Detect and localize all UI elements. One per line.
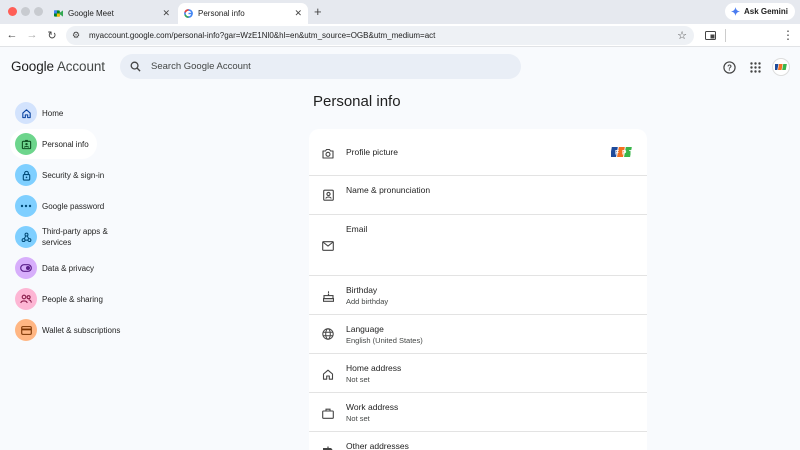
globe-icon bbox=[321, 327, 335, 341]
svg-text:P: P bbox=[622, 150, 627, 157]
home-icon bbox=[15, 102, 37, 124]
google-g-icon bbox=[184, 9, 193, 18]
row-work-address[interactable]: Work address Not set bbox=[309, 393, 647, 432]
fpt-logo-icon: FPT bbox=[611, 147, 633, 157]
sidebar-item-personal-info[interactable]: Personal info bbox=[10, 129, 97, 159]
sidebar-item-label: Personal info bbox=[42, 139, 89, 149]
row-email[interactable]: Email bbox=[309, 215, 647, 276]
row-label: Home address bbox=[346, 363, 402, 373]
tab-title: Personal info bbox=[198, 9, 245, 18]
briefcase-icon bbox=[321, 406, 335, 420]
svg-text:?: ? bbox=[727, 63, 732, 72]
browser-tab-bar: Google Meet ✕ Personal info ✕ + Ask Gemi… bbox=[0, 0, 800, 24]
home-icon bbox=[321, 367, 335, 381]
sidebar-item-label: Data & privacy bbox=[42, 263, 95, 273]
row-label: Work address bbox=[346, 402, 399, 412]
people-icon bbox=[15, 288, 37, 310]
signpost-icon bbox=[321, 445, 335, 450]
cast-icon[interactable] bbox=[702, 27, 718, 43]
sidebar-item-label: Wallet & subscriptions bbox=[42, 325, 121, 335]
tab-personal-info[interactable]: Personal info ✕ bbox=[178, 3, 308, 24]
svg-text:T: T bbox=[629, 150, 633, 157]
password-icon bbox=[15, 195, 37, 217]
sidebar-item-people-sharing[interactable]: People & sharing bbox=[10, 284, 124, 314]
bookmark-star-icon[interactable]: ☆ bbox=[674, 29, 690, 42]
personal-info-card: Profile picture FPT Name & pronunciation… bbox=[309, 129, 647, 450]
fpt-logo-icon bbox=[775, 64, 787, 70]
row-label: Language bbox=[346, 324, 384, 334]
new-tab-button[interactable]: + bbox=[314, 4, 322, 19]
row-label: Email bbox=[346, 224, 368, 234]
row-birthday[interactable]: Birthday Add birthday bbox=[309, 276, 647, 315]
sidebar-item-label: Home bbox=[42, 108, 64, 118]
logo-google-text: Google bbox=[11, 59, 54, 74]
sidebar-item-label: Third-party apps & services bbox=[42, 227, 108, 247]
ask-gemini-button[interactable]: Ask Gemini bbox=[724, 3, 795, 20]
camera-icon bbox=[321, 146, 335, 160]
row-language[interactable]: Language English (United States) bbox=[309, 315, 647, 354]
row-profile-picture[interactable]: Profile picture FPT bbox=[309, 129, 647, 176]
minimize-window-button[interactable] bbox=[21, 7, 30, 16]
search-icon bbox=[130, 61, 141, 72]
sidebar-item-google-password[interactable]: Google password bbox=[10, 191, 124, 221]
close-window-button[interactable] bbox=[8, 7, 17, 16]
forward-icon[interactable]: → bbox=[24, 27, 40, 43]
tab-google-meet[interactable]: Google Meet ✕ bbox=[48, 3, 176, 24]
tab-title: Google Meet bbox=[68, 9, 114, 18]
help-icon[interactable]: ? bbox=[721, 59, 737, 75]
toolbar-divider bbox=[725, 29, 726, 42]
badge-icon bbox=[321, 188, 335, 202]
google-meet-icon bbox=[54, 9, 63, 18]
search-bar[interactable] bbox=[120, 54, 521, 79]
search-input[interactable] bbox=[151, 61, 481, 72]
sidebar-item-label: Google password bbox=[42, 201, 105, 211]
avatar[interactable] bbox=[772, 58, 790, 76]
sidebar-item-label: People & sharing bbox=[42, 294, 103, 304]
row-home-address[interactable]: Home address Not set bbox=[309, 354, 647, 393]
sidebar-item-wallet-subscriptions[interactable]: Wallet & subscriptions bbox=[10, 315, 120, 345]
sidebar-item-home[interactable]: Home bbox=[10, 98, 124, 128]
profile-picture-thumbnail[interactable]: FPT bbox=[611, 145, 633, 159]
row-value: Not set bbox=[346, 414, 370, 423]
url-text[interactable]: myaccount.google.com/personal-info?gar=W… bbox=[89, 31, 674, 40]
sidebar-item-label: Security & sign-in bbox=[42, 170, 105, 180]
id-card-icon bbox=[15, 133, 37, 155]
sidebar-item-data-privacy[interactable]: Data & privacy bbox=[10, 253, 124, 283]
cake-icon bbox=[321, 289, 335, 303]
wallet-icon bbox=[15, 319, 37, 341]
close-tab-icon[interactable]: ✕ bbox=[162, 8, 170, 19]
google-account-logo[interactable]: Google Account bbox=[11, 59, 105, 74]
row-other-addresses[interactable]: Other addresses bbox=[309, 432, 647, 450]
sidebar-item-third-party-apps[interactable]: Third-party apps & services bbox=[10, 222, 124, 252]
reload-icon[interactable]: ↻ bbox=[44, 27, 60, 43]
sidebar-item-security[interactable]: Security & sign-in bbox=[10, 160, 124, 190]
close-tab-icon[interactable]: ✕ bbox=[294, 8, 302, 19]
maximize-window-button[interactable] bbox=[34, 7, 43, 16]
row-label: Profile picture bbox=[346, 147, 398, 157]
svg-text:F: F bbox=[615, 150, 619, 157]
row-label: Birthday bbox=[346, 285, 378, 295]
address-bar[interactable]: ⚙ myaccount.google.com/personal-info?gar… bbox=[66, 26, 694, 45]
row-value: English (United States) bbox=[346, 336, 423, 345]
row-label: Name & pronunciation bbox=[346, 185, 431, 195]
row-value: Add birthday bbox=[346, 297, 389, 306]
row-value: Not set bbox=[346, 375, 370, 384]
mail-icon bbox=[321, 239, 335, 253]
logo-account-text: Account bbox=[56, 59, 105, 74]
browser-toolbar: ← → ↻ ⚙ myaccount.google.com/personal-in… bbox=[0, 24, 800, 47]
site-settings-icon[interactable]: ⚙ bbox=[72, 30, 84, 41]
page-title: Personal info bbox=[313, 93, 401, 110]
browser-menu-icon[interactable]: ⋮ bbox=[780, 27, 796, 43]
row-label: Other addresses bbox=[346, 441, 409, 450]
gemini-sparkle-icon bbox=[730, 7, 740, 16]
toggle-icon bbox=[15, 257, 37, 279]
ask-gemini-label: Ask Gemini bbox=[743, 7, 788, 16]
lock-icon bbox=[15, 164, 37, 186]
back-icon[interactable]: ← bbox=[4, 27, 20, 43]
apps-grid-icon[interactable] bbox=[747, 59, 763, 75]
apps-icon bbox=[15, 226, 37, 248]
account-header: Google Account ? bbox=[0, 48, 800, 86]
row-name-pronunciation[interactable]: Name & pronunciation bbox=[309, 176, 647, 215]
